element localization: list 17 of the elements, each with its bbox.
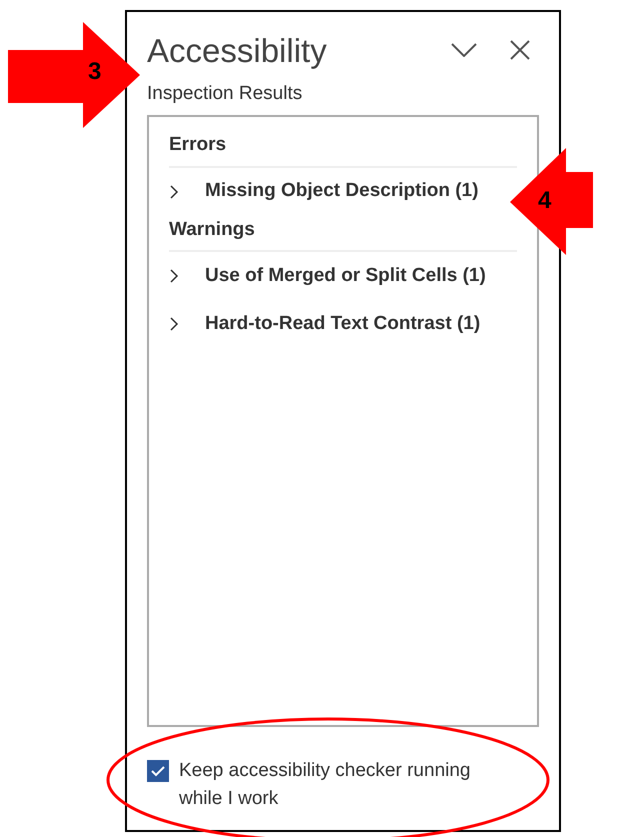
close-icon [510, 40, 530, 60]
checkbox-label: Keep accessibility checker running while I work [179, 759, 472, 811]
issue-item[interactable]: Hard-to-Read Text Contrast (1) [169, 300, 517, 348]
section-heading: Warnings [169, 216, 517, 252]
step-number: 4 [538, 189, 552, 213]
chevron-icon [169, 268, 179, 284]
chevron-down-icon [451, 43, 477, 57]
checkbox[interactable] [147, 760, 169, 782]
section-heading: Errors [169, 131, 517, 168]
check-icon [151, 765, 165, 777]
chevron-icon [169, 316, 179, 332]
subtitle: Inspection Results [147, 84, 304, 103]
issue-item[interactable]: Use of Merged or Split Cells (1) [169, 252, 517, 300]
chevron-icon [169, 184, 179, 200]
pane-title: Accessibility [147, 34, 327, 66]
step-number: 3 [88, 60, 102, 84]
issue-item[interactable]: Missing Object Description (1) [169, 168, 517, 216]
